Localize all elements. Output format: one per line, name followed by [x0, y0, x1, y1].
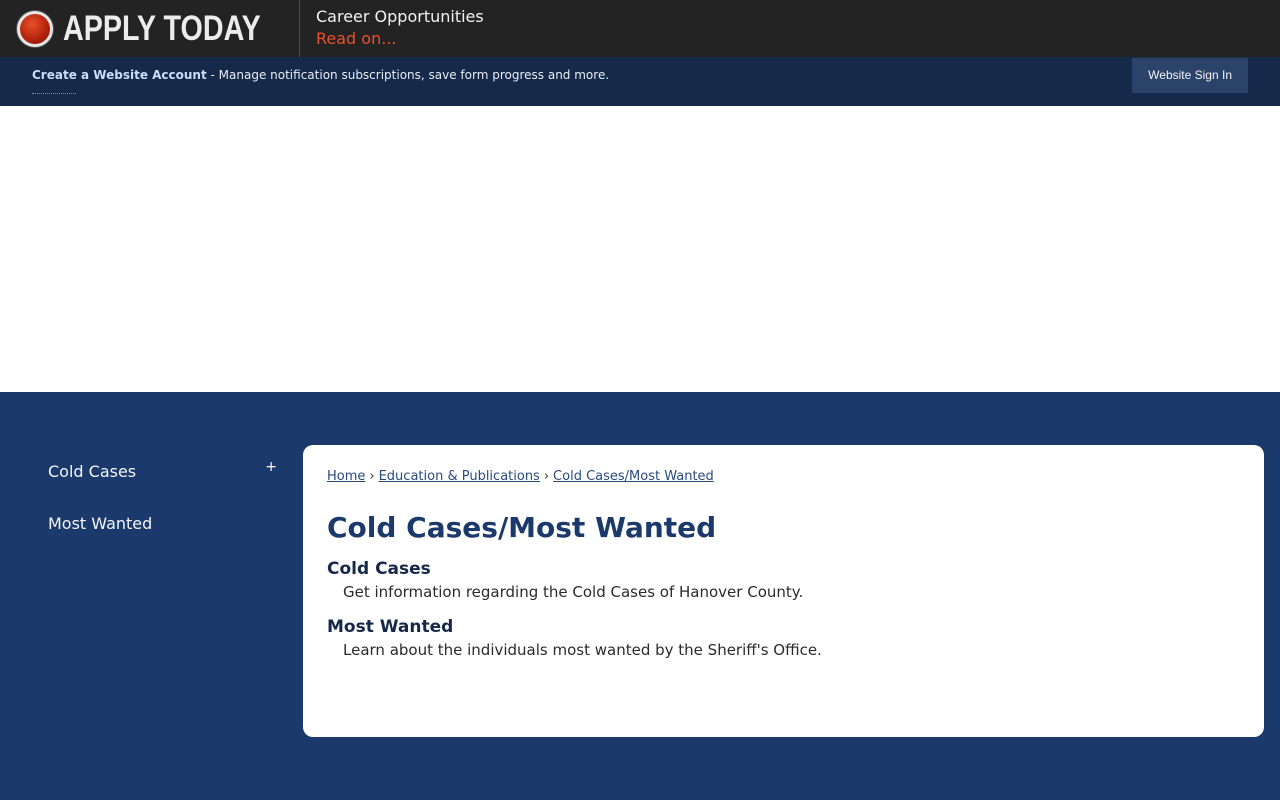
account-description: - Manage notification subscriptions, sav…: [206, 68, 610, 82]
alert-read-on-link[interactable]: Read on...: [316, 28, 396, 50]
side-navigation: Cold Cases + Most Wanted: [32, 445, 287, 549]
section-most-wanted: Most Wanted Learn about the individuals …: [327, 616, 1240, 662]
red-record-dot-icon: [17, 10, 53, 47]
page-title: Cold Cases/Most Wanted: [327, 511, 717, 544]
apply-today-title: APPLY TODAY: [63, 8, 261, 48]
alert-content: Career Opportunities Read on...: [300, 0, 484, 57]
section-description: Get information regarding the Cold Cases…: [343, 583, 804, 601]
breadcrumb-education-link[interactable]: Education & Publications: [379, 469, 540, 484]
alert-heading[interactable]: Career Opportunities: [316, 6, 484, 28]
content-card: Home › Education & Publications › Cold C…: [303, 445, 1264, 737]
nav-strip-divider: [32, 93, 76, 94]
alert-banner: APPLY TODAY Career Opportunities Read on…: [0, 0, 1280, 57]
sidebar-item-cold-cases[interactable]: Cold Cases +: [32, 445, 287, 497]
sidebar-item-label: Most Wanted: [48, 513, 153, 533]
breadcrumb-home-link[interactable]: Home: [327, 469, 365, 484]
nav-strip: [0, 93, 1280, 106]
section-description: Learn about the individuals most wanted …: [343, 641, 822, 659]
apply-today-graphic[interactable]: APPLY TODAY: [0, 0, 300, 57]
sidebar-item-most-wanted[interactable]: Most Wanted: [32, 497, 287, 549]
page-banner: [0, 106, 1280, 392]
section-title-most-wanted[interactable]: Most Wanted: [327, 616, 1240, 638]
account-notice: Create a Website Account - Manage notifi…: [32, 68, 609, 82]
section-cold-cases: Cold Cases Get information regarding the…: [327, 558, 1240, 604]
account-bar: Create a Website Account - Manage notifi…: [0, 57, 1280, 93]
section-title-cold-cases[interactable]: Cold Cases: [327, 558, 1240, 580]
breadcrumb-current-link[interactable]: Cold Cases/Most Wanted: [553, 469, 714, 484]
breadcrumb-separator: ›: [543, 469, 550, 484]
plus-icon[interactable]: +: [265, 459, 277, 475]
sidebar-item-label: Cold Cases: [48, 461, 137, 481]
breadcrumb: Home › Education & Publications › Cold C…: [327, 469, 1240, 484]
create-account-link[interactable]: Create a Website Account: [32, 68, 207, 82]
website-sign-in-button[interactable]: Website Sign In: [1132, 57, 1248, 93]
breadcrumb-separator: ›: [369, 469, 375, 484]
